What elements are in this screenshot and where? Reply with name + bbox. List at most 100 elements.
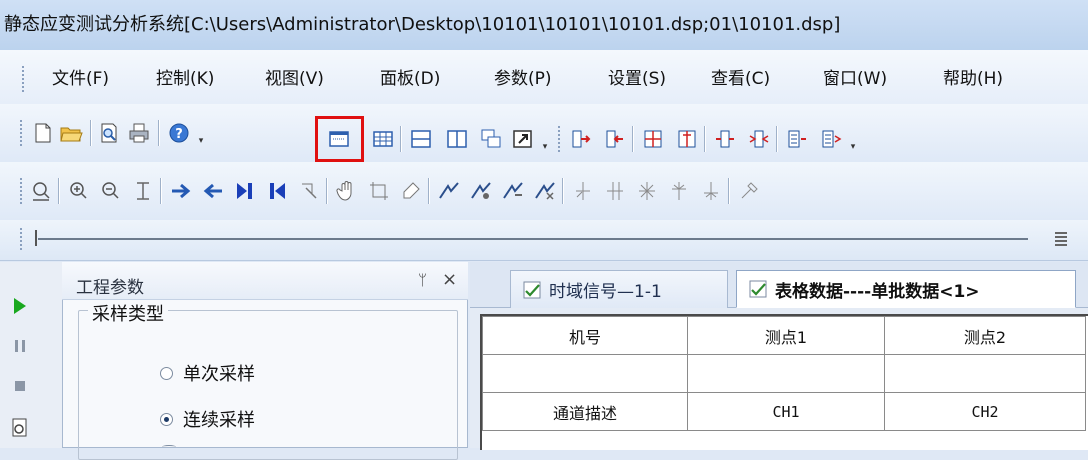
arrow-right-icon[interactable] [168, 178, 194, 204]
tool-icon[interactable] [736, 178, 762, 204]
stop-icon[interactable] [12, 378, 28, 398]
toolbar-overflow-icon[interactable]: ▾ [848, 126, 858, 152]
pin-icon[interactable]: ᛘ [418, 271, 427, 289]
channel-config-6-icon[interactable] [746, 126, 772, 152]
table-cell[interactable] [884, 354, 1086, 393]
table-cell[interactable]: CH2 [884, 392, 1086, 431]
channel-config-1-icon[interactable] [568, 126, 594, 152]
cursor-line-icon[interactable] [130, 178, 156, 204]
export-icon[interactable] [510, 126, 536, 152]
grid-view-icon[interactable] [370, 126, 396, 152]
menu-settings[interactable]: 设置(S) [608, 64, 666, 89]
window-title: 静态应变测试分析系统[C:\Users\Administrator\Deskto… [4, 14, 841, 35]
channel-config-2-icon[interactable] [602, 126, 628, 152]
close-icon[interactable]: × [442, 269, 457, 290]
curve-3-icon[interactable] [500, 178, 526, 204]
toolbar-separator [58, 178, 59, 204]
column-header[interactable]: 测点1 [687, 316, 885, 355]
toolbar-separator [728, 178, 729, 204]
column-header[interactable]: 机号 [482, 316, 688, 355]
filter-2-icon[interactable] [602, 178, 628, 204]
table-cell[interactable]: CH1 [687, 392, 885, 431]
crop-icon[interactable] [366, 178, 392, 204]
radio-button[interactable] [162, 445, 176, 449]
select-icon[interactable] [296, 178, 322, 204]
curve-2-icon[interactable] [468, 178, 494, 204]
toolbar-grip[interactable] [20, 120, 25, 146]
channel-config-3-icon[interactable] [640, 126, 666, 152]
time-slider-thumb[interactable] [35, 230, 43, 246]
radio-button[interactable] [160, 412, 173, 426]
vertical-split-icon[interactable] [444, 126, 470, 152]
table-cell[interactable] [687, 354, 885, 393]
channel-config-8-icon[interactable] [818, 126, 844, 152]
menu-help[interactable]: 帮助(H) [943, 64, 1003, 89]
column-header[interactable]: 测点2 [884, 316, 1086, 355]
menu-window[interactable]: 窗口(W) [823, 64, 887, 89]
zoom-out-icon[interactable] [98, 178, 124, 204]
radio-label: 单次采样 [183, 364, 255, 385]
radio-button[interactable] [160, 366, 173, 380]
help-icon[interactable]: ? [166, 120, 192, 146]
channel-config-7-icon[interactable] [784, 126, 810, 152]
jump-start-icon[interactable] [264, 178, 290, 204]
print-icon[interactable] [126, 120, 152, 146]
filter-1-icon[interactable] [570, 178, 596, 204]
menu-params[interactable]: 参数(P) [494, 64, 552, 89]
pan-hand-icon[interactable] [334, 178, 360, 204]
toolbar-grip[interactable] [20, 228, 25, 250]
toolbar-separator [562, 178, 563, 204]
zoom-in-icon[interactable] [66, 178, 92, 204]
menu-file[interactable]: 文件(F) [52, 64, 109, 89]
brush-icon[interactable] [398, 178, 424, 204]
toolbar-separator [776, 126, 777, 152]
sampling-type-group [78, 310, 458, 460]
channel-config-4-icon[interactable] [674, 126, 700, 152]
data-table: 机号 测点1 测点2 通道描述 CH1 CH2 [482, 316, 1086, 431]
sampling-type-label: 采样类型 [88, 300, 168, 326]
arrow-left-icon[interactable] [200, 178, 226, 204]
play-icon[interactable] [10, 296, 30, 320]
new-doc-icon[interactable] [30, 120, 56, 146]
tab-time-signal[interactable]: 时域信号—1-1 [510, 270, 728, 308]
tab-table-data[interactable]: 表格数据----单批数据<1> [736, 270, 1076, 308]
zoom-region-icon[interactable] [28, 178, 54, 204]
settings-doc-icon[interactable] [8, 416, 32, 444]
time-slider-track[interactable] [38, 238, 1028, 240]
radio-label: 连续采样 [183, 410, 255, 431]
panel-title: 工程参数 [76, 278, 144, 298]
table-row [482, 354, 1086, 393]
filter-5-icon[interactable] [698, 178, 724, 204]
menu-inspect[interactable]: 查看(C) [711, 64, 770, 89]
filter-4-icon[interactable] [666, 178, 692, 204]
time-slider-bar [0, 220, 1088, 261]
menu-control[interactable]: 控制(K) [156, 64, 214, 89]
channel-config-5-icon[interactable] [712, 126, 738, 152]
table-cell[interactable] [482, 354, 688, 393]
filter-3-icon[interactable] [634, 178, 660, 204]
slider-menu-icon[interactable] [1048, 226, 1074, 252]
cascade-windows-icon[interactable] [478, 126, 504, 152]
table-cell[interactable]: 通道描述 [482, 392, 688, 431]
jump-end-icon[interactable] [232, 178, 258, 204]
open-folder-icon[interactable] [58, 120, 84, 146]
toolbar-separator [704, 126, 705, 152]
toolbar-grip[interactable] [20, 178, 25, 204]
menu-view[interactable]: 视图(V) [265, 64, 324, 89]
radio-continuous-sample[interactable]: 连续采样 [160, 406, 255, 432]
radio-single-sample[interactable]: 单次采样 [160, 360, 255, 386]
menu-grip[interactable] [22, 66, 27, 92]
toolbar-overflow-icon[interactable]: ▾ [540, 126, 550, 152]
curve-1-icon[interactable] [436, 178, 462, 204]
horizontal-split-icon[interactable] [408, 126, 434, 152]
curve-4-icon[interactable] [532, 178, 558, 204]
toolbar-separator [400, 126, 401, 152]
table-header-row: 机号 测点1 测点2 [482, 316, 1086, 355]
toolbar-overflow-icon[interactable]: ▾ [196, 120, 206, 146]
toolbar-grip[interactable] [558, 126, 563, 152]
print-preview-icon[interactable] [96, 120, 122, 146]
pause-icon[interactable] [12, 338, 28, 358]
toolbar-separator [632, 126, 633, 152]
toolbar-separator [326, 178, 327, 204]
menu-panel[interactable]: 面板(D) [380, 64, 440, 89]
